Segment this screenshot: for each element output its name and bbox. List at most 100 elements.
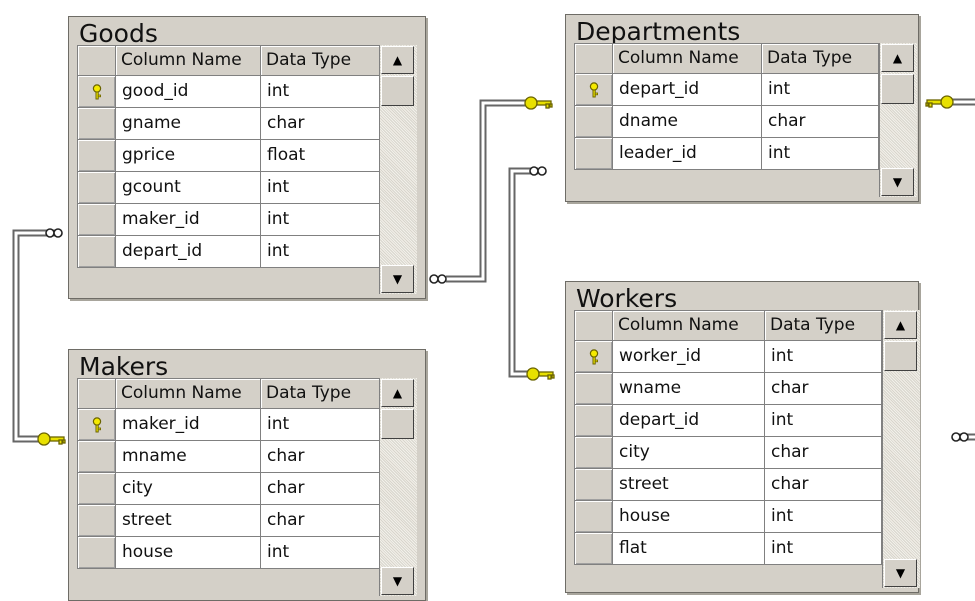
- data-type-cell[interactable]: char: [765, 373, 882, 405]
- data-type-cell[interactable]: int: [261, 537, 380, 569]
- table-row[interactable]: gcount int: [78, 172, 380, 204]
- row-selector[interactable]: [78, 409, 116, 441]
- data-type-cell[interactable]: int: [261, 236, 380, 268]
- scroll-up-button[interactable]: ▲: [381, 46, 414, 74]
- row-selector[interactable]: [575, 106, 613, 138]
- data-type-cell[interactable]: char: [261, 108, 380, 140]
- data-type-cell[interactable]: char: [765, 437, 882, 469]
- column-name-cell[interactable]: maker_id: [116, 409, 261, 441]
- table-row[interactable]: mname char: [78, 441, 380, 473]
- column-name-cell[interactable]: street: [613, 469, 765, 501]
- table-row[interactable]: dname char: [575, 106, 879, 138]
- row-selector[interactable]: [575, 533, 613, 565]
- column-name-cell[interactable]: house: [116, 537, 261, 569]
- column-name-cell[interactable]: dname: [613, 106, 762, 138]
- row-selector-header[interactable]: [78, 379, 116, 409]
- scroll-up-button[interactable]: ▲: [881, 44, 914, 72]
- row-selector[interactable]: [575, 74, 613, 106]
- table-row[interactable]: city char: [575, 437, 882, 469]
- column-name-header[interactable]: Column Name: [613, 44, 762, 74]
- column-name-header[interactable]: Column Name: [116, 379, 261, 409]
- row-selector[interactable]: [78, 441, 116, 473]
- data-type-cell[interactable]: char: [765, 469, 882, 501]
- column-name-header[interactable]: Column Name: [116, 46, 261, 76]
- column-name-cell[interactable]: good_id: [116, 76, 261, 108]
- data-type-cell[interactable]: char: [261, 473, 380, 505]
- data-type-header[interactable]: Data Type: [762, 44, 879, 74]
- row-selector[interactable]: [78, 76, 116, 108]
- column-name-cell[interactable]: city: [613, 437, 765, 469]
- data-type-cell[interactable]: int: [261, 204, 380, 236]
- data-type-header[interactable]: Data Type: [261, 379, 380, 409]
- table-row[interactable]: depart_id int: [575, 405, 882, 437]
- scroll-up-button[interactable]: ▲: [381, 379, 414, 407]
- table-row[interactable]: gname char: [78, 108, 380, 140]
- table-row[interactable]: gprice float: [78, 140, 380, 172]
- column-name-cell[interactable]: leader_id: [613, 138, 762, 170]
- row-selector[interactable]: [575, 138, 613, 170]
- column-name-cell[interactable]: city: [116, 473, 261, 505]
- table-row[interactable]: good_id int: [78, 76, 380, 108]
- row-selector[interactable]: [78, 537, 116, 569]
- scroll-down-button[interactable]: ▼: [381, 265, 414, 293]
- row-selector[interactable]: [78, 140, 116, 172]
- scroll-up-button[interactable]: ▲: [884, 311, 917, 339]
- table-departments[interactable]: Departments Column Name Data Type depart_i…: [565, 14, 919, 202]
- table-row[interactable]: city char: [78, 473, 380, 505]
- row-selector[interactable]: [78, 172, 116, 204]
- row-selector[interactable]: [78, 108, 116, 140]
- data-type-cell[interactable]: char: [762, 106, 879, 138]
- column-name-cell[interactable]: house: [613, 501, 765, 533]
- table-row[interactable]: street char: [78, 505, 380, 537]
- data-type-cell[interactable]: int: [765, 341, 882, 373]
- table-row[interactable]: worker_id int: [575, 341, 882, 373]
- data-type-header[interactable]: Data Type: [765, 311, 882, 341]
- column-name-cell[interactable]: depart_id: [613, 74, 762, 106]
- scroll-thumb[interactable]: [381, 409, 414, 439]
- scroll-down-button[interactable]: ▼: [884, 559, 917, 587]
- data-type-cell[interactable]: int: [261, 76, 380, 108]
- scroll-thumb[interactable]: [881, 74, 914, 104]
- row-selector[interactable]: [575, 501, 613, 533]
- data-type-cell[interactable]: int: [762, 138, 879, 170]
- data-type-cell[interactable]: int: [261, 172, 380, 204]
- column-name-cell[interactable]: depart_id: [613, 405, 765, 437]
- table-row[interactable]: house int: [78, 537, 380, 569]
- vertical-scrollbar[interactable]: ▲ ▼: [879, 43, 917, 197]
- data-type-cell[interactable]: int: [765, 501, 882, 533]
- row-selector[interactable]: [575, 405, 613, 437]
- row-selector[interactable]: [78, 236, 116, 268]
- row-selector-header[interactable]: [575, 311, 613, 341]
- column-name-cell[interactable]: flat: [613, 533, 765, 565]
- vertical-scrollbar[interactable]: ▲ ▼: [379, 45, 417, 294]
- table-row[interactable]: flat int: [575, 533, 882, 565]
- row-selector[interactable]: [575, 373, 613, 405]
- table-row[interactable]: maker_id int: [78, 409, 380, 441]
- table-row[interactable]: wname char: [575, 373, 882, 405]
- scroll-thumb[interactable]: [884, 341, 917, 371]
- data-type-cell[interactable]: char: [261, 441, 380, 473]
- row-selector-header[interactable]: [575, 44, 613, 74]
- table-row[interactable]: leader_id int: [575, 138, 879, 170]
- vertical-scrollbar[interactable]: ▲ ▼: [882, 310, 920, 588]
- column-name-cell[interactable]: gprice: [116, 140, 261, 172]
- row-selector[interactable]: [575, 341, 613, 373]
- column-name-cell[interactable]: gcount: [116, 172, 261, 204]
- row-selector[interactable]: [78, 473, 116, 505]
- data-type-cell[interactable]: float: [261, 140, 380, 172]
- data-type-cell[interactable]: int: [261, 409, 380, 441]
- table-row[interactable]: depart_id int: [78, 236, 380, 268]
- vertical-scrollbar[interactable]: ▲ ▼: [379, 378, 417, 596]
- row-selector-header[interactable]: [78, 46, 116, 76]
- scroll-thumb[interactable]: [381, 76, 414, 106]
- table-workers[interactable]: Workers Column Name Data Type worker_id int…: [565, 281, 920, 593]
- data-type-header[interactable]: Data Type: [261, 46, 380, 76]
- data-type-cell[interactable]: int: [765, 533, 882, 565]
- row-selector[interactable]: [575, 469, 613, 501]
- table-row[interactable]: house int: [575, 501, 882, 533]
- row-selector[interactable]: [78, 505, 116, 537]
- data-type-cell[interactable]: int: [765, 405, 882, 437]
- data-type-cell[interactable]: int: [762, 74, 879, 106]
- column-name-cell[interactable]: street: [116, 505, 261, 537]
- table-row[interactable]: depart_id int: [575, 74, 879, 106]
